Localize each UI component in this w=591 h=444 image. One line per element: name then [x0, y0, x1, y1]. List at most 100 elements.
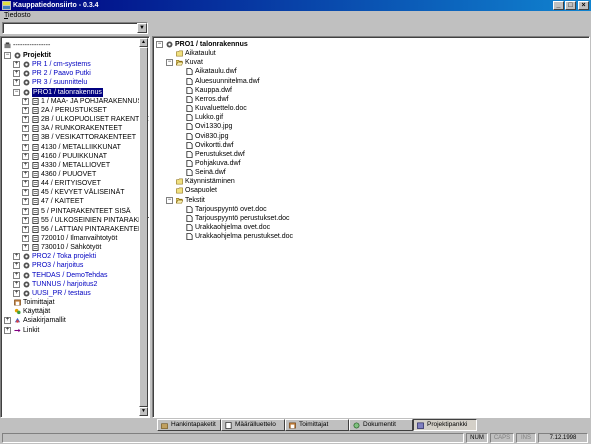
expand-icon[interactable]: +	[22, 244, 29, 252]
right-tree-node-käynnistäminen[interactable]: Käynnistäminen	[153, 177, 583, 186]
collapse-icon[interactable]: −	[166, 196, 173, 204]
left-tree-node-pro1-talonrakennus[interactable]: − PRO1 / talonrakennus	[1, 87, 141, 97]
expand-icon[interactable]: +	[4, 326, 11, 334]
expand-icon[interactable]: +	[22, 143, 29, 151]
expand-icon[interactable]: +	[22, 125, 29, 133]
right-tree-node-pro1-talonrakennus[interactable]: − PRO1 / talonrakennus	[153, 40, 583, 49]
right-tree-node-kuvaluettelo-doc[interactable]: Kuvaluettelo.doc	[153, 104, 583, 113]
expand-icon[interactable]: +	[13, 253, 20, 261]
chevron-down-icon[interactable]: ▼	[137, 23, 147, 33]
left-tree-node-55-ulkoseinien-pintarakenteet[interactable]: +55 / ULKOSEINIEN PINTARAKENTEET	[1, 216, 149, 225]
expand-icon[interactable]: +	[22, 106, 29, 114]
left-tree-node-4130-metalliikkunat[interactable]: +4130 / METALLIIKKUNAT	[1, 143, 141, 152]
right-tree-node-tekstit[interactable]: − Tekstit	[153, 196, 583, 205]
left-tree-node-pr-3-suunnittelu[interactable]: + PR 3 / suunnittelu	[1, 78, 141, 87]
left-tree-node-1-maa-ja-pohjarakennus[interactable]: +1 / MAA- JA POHJARAKENNUS	[1, 97, 142, 106]
left-tree-node-tehdas-demotehdas[interactable]: + TEHDAS / DemoTehdas	[1, 271, 141, 280]
left-tree-node-730010-sähkötyöt[interactable]: +730010 / Sähkötyöt	[1, 243, 141, 252]
left-tree-node-45-kevyet-väliseinät[interactable]: +45 / KEVYET VÄLISEINÄT	[1, 188, 141, 197]
close-button[interactable]: ×	[578, 1, 589, 10]
left-tree-node-pr-1-cm-systems[interactable]: + PR 1 / cm-systems	[1, 60, 141, 69]
right-tree-node-urakkaohjelma-ovet-doc[interactable]: Urakkaohjelma ovet.doc	[153, 223, 583, 232]
scroll-up-icon[interactable]: ▲	[139, 38, 148, 47]
expand-icon[interactable]: +	[13, 280, 20, 288]
left-tree-node-käyttäjät[interactable]: Käyttäjät	[1, 307, 141, 316]
expand-icon[interactable]: +	[13, 70, 20, 78]
expand-icon[interactable]: +	[13, 79, 20, 87]
right-tree-node-pohjakuva-dwf[interactable]: Pohjakuva.dwf	[153, 159, 583, 168]
left-tree-node-5-pintarakenteet-sisä[interactable]: +5 / PINTARAKENTEET SISÄ	[1, 207, 141, 216]
expand-icon[interactable]: +	[13, 289, 20, 297]
expand-icon[interactable]: +	[13, 61, 20, 69]
scroll-thumb[interactable]	[139, 47, 148, 407]
left-tree-node-47-kaiteet[interactable]: +47 / KAITEET	[1, 197, 141, 206]
left-tree-node-uusi-pr-testaus[interactable]: + UUSI_PR / testaus	[1, 289, 141, 298]
collapse-icon[interactable]: −	[156, 41, 163, 48]
view-select[interactable]: ▼	[2, 22, 148, 34]
expand-icon[interactable]: +	[22, 152, 29, 160]
left-tree-node-2b-ulkopuoliset-rakenteet[interactable]: +2B / ULKOPUOLISET RAKENTEET	[1, 115, 149, 124]
left-tree-node-tunnus-harjoitus2[interactable]: + TUNNUS / harjoitus2	[1, 280, 141, 289]
tab-hankintapaketit[interactable]: Hankintapaketit	[157, 419, 221, 431]
left-tree-node-asiakirjamallit[interactable]: + Asiakirjamallit	[1, 316, 141, 325]
right-tree-node-seinä-dwf[interactable]: Seinä.dwf	[153, 168, 583, 177]
expand-icon[interactable]: +	[22, 134, 29, 142]
expand-icon[interactable]: +	[22, 189, 29, 197]
right-tree-node-kerros-dwf[interactable]: Kerros.dwf	[153, 95, 583, 104]
left-tree-node-2a-perustukset[interactable]: +2A / PERUSTUKSET	[1, 106, 141, 115]
left-tree-node-linkit[interactable]: + Linkit	[1, 326, 141, 335]
expand-icon[interactable]: +	[22, 116, 29, 124]
left-tree-node-720010-ilmanvaihtotyöt[interactable]: +720010 / Ilmanvaihtotyöt	[1, 234, 141, 243]
menu-file[interactable]: Tiedosto	[4, 12, 31, 20]
right-tree-node-ovi1330-jpg[interactable]: Ovi1330.jpg	[153, 122, 583, 131]
collapse-icon[interactable]: −	[4, 52, 11, 59]
expand-icon[interactable]: +	[22, 97, 29, 105]
tab-dokumentit[interactable]: Dokumentit	[349, 419, 413, 431]
left-tree-node-projektit[interactable]: − Projektit	[1, 51, 141, 60]
expand-icon[interactable]: +	[22, 170, 29, 178]
expand-icon[interactable]: +	[22, 161, 29, 169]
right-tree-node-tarjouspyyntö-ovet-doc[interactable]: Tarjouspyyntö ovet.doc	[153, 205, 583, 214]
collapse-icon[interactable]: −	[13, 88, 20, 96]
project-content-tree[interactable]: − PRO1 / talonrakennus Aikataulut − Kuvat Aik…	[152, 36, 590, 418]
expand-icon[interactable]: +	[22, 216, 29, 224]
tab-projektipankki[interactable]: Projektipankki	[413, 419, 477, 431]
right-tree-node-kuvat[interactable]: − Kuvat	[153, 58, 583, 67]
left-tree-node-56-lattian-pintarakenteet[interactable]: +56 / LATTIAN PINTARAKENTEET	[1, 225, 147, 234]
left-scrollbar[interactable]: ▲ ▼	[139, 38, 148, 416]
minimize-button[interactable]: _	[553, 1, 564, 10]
right-tree-node-aluesuunnitelma-dwf[interactable]: Aluesuunnitelma.dwf	[153, 77, 583, 86]
expand-icon[interactable]: +	[22, 225, 29, 233]
tree-root[interactable]: ----------------	[1, 41, 141, 50]
left-tree-node-pro2-toka-projekti[interactable]: + PRO2 / Toka projekti	[1, 252, 141, 261]
expand-icon[interactable]: +	[13, 262, 20, 270]
tab-toimittajat[interactable]: Toimittajat	[285, 419, 349, 431]
navigation-tree[interactable]: ---------------- − Projektit + PR 1 / cm-sys…	[0, 36, 150, 418]
left-tree-node-pr-2-paavo-putki[interactable]: + PR 2 / Paavo Putki	[1, 69, 141, 78]
collapse-icon[interactable]: −	[166, 59, 173, 67]
expand-icon[interactable]: +	[4, 317, 11, 325]
right-tree-node-perustukset-dwf[interactable]: Perustukset.dwf	[153, 150, 583, 159]
left-tree-node-toimittajat[interactable]: Toimittajat	[1, 298, 141, 307]
right-tree-node-osapuolet[interactable]: Osapuolet	[153, 186, 583, 195]
expand-icon[interactable]: +	[13, 271, 20, 279]
left-tree-node-3a-runkorakenteet[interactable]: +3A / RUNKORAKENTEET	[1, 124, 141, 133]
right-tree-node-urakkaohjelma-perustukset-doc[interactable]: Urakkaohjelma perustukset.doc	[153, 232, 583, 241]
left-tree-node-4330-metalliovet[interactable]: +4330 / METALLIOVET	[1, 161, 141, 170]
left-tree-node-3b-vesikattorakenteet[interactable]: +3B / VESIKATTORAKENTEET	[1, 133, 141, 142]
right-tree-node-ovi830-jpg[interactable]: Ovi830.jpg	[153, 132, 583, 141]
left-tree-node-4360-puuovet[interactable]: +4360 / PUUOVET	[1, 170, 141, 179]
expand-icon[interactable]: +	[22, 198, 29, 206]
expand-icon[interactable]: +	[22, 235, 29, 242]
tab-määrälluettelo[interactable]: Määrälluettelo	[221, 419, 285, 431]
right-tree-node-aikataulu-dwf[interactable]: Aikataulu.dwf	[153, 67, 583, 76]
right-tree-node-kauppa-dwf[interactable]: Kauppa.dwf	[153, 86, 583, 95]
scroll-down-icon[interactable]: ▼	[139, 407, 148, 416]
right-tree-node-ovikortti-dwf[interactable]: Ovikortti.dwf	[153, 141, 583, 150]
right-tree-node-aikataulut[interactable]: Aikataulut	[153, 49, 583, 58]
left-tree-node-pro3-harjoitus[interactable]: + PRO3 / harjoitus	[1, 261, 141, 270]
left-tree-node-44-erityisovet[interactable]: +44 / ERITYISOVET	[1, 179, 141, 188]
maximize-button[interactable]: □	[565, 1, 576, 10]
right-tree-node-lukko-gif[interactable]: Lukko.gif	[153, 113, 583, 122]
expand-icon[interactable]: +	[22, 180, 29, 188]
